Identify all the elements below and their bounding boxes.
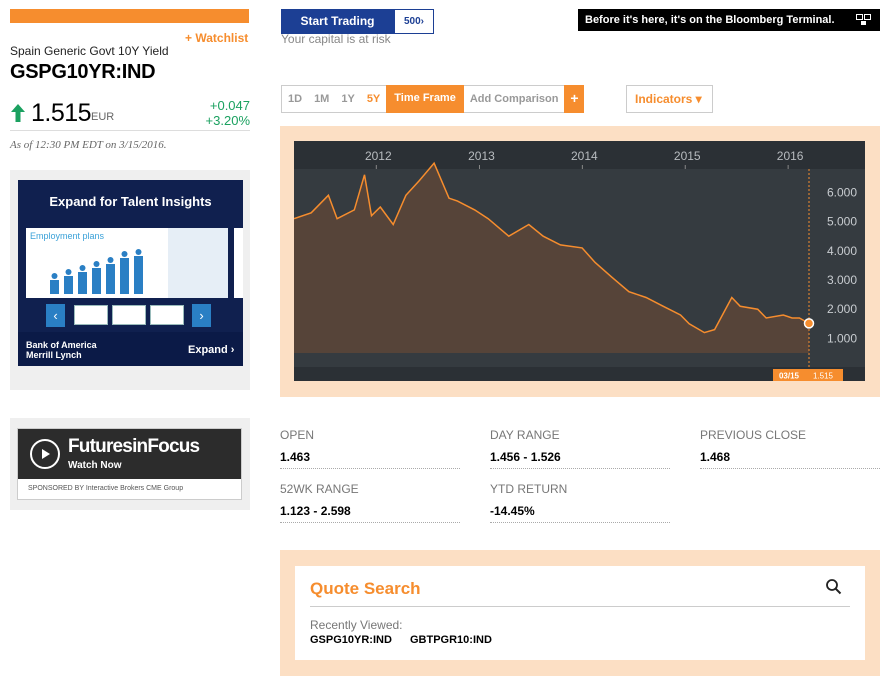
price-row: 1.515 EUR +0.047 +3.20%	[10, 98, 250, 133]
price-currency: EUR	[91, 111, 115, 123]
search-underline	[310, 606, 850, 607]
s500-logo[interactable]: 500›	[394, 9, 434, 34]
recent-link[interactable]: GSPG10YR:IND	[310, 634, 392, 646]
banner-text: Before it's here, it's on the Bloomberg …	[585, 14, 835, 26]
ad-carousel-nav: ‹ ›	[46, 304, 211, 327]
last-price: 1.515	[31, 99, 92, 127]
ad-watch-now[interactable]: Watch Now	[68, 460, 122, 471]
timeframe-1d[interactable]: 1D	[282, 86, 308, 112]
recent-link[interactable]: GBTPGR10:IND	[410, 634, 492, 646]
x-tick-label: 2014	[571, 149, 598, 163]
search-icon[interactable]	[825, 578, 843, 596]
x-tick-label: 2015	[674, 149, 701, 163]
play-icon[interactable]	[30, 439, 60, 469]
security-name: Spain Generic Govt 10Y Yield	[10, 44, 169, 58]
ad-panel-heading: Employment plans	[30, 231, 105, 241]
y-tick-label: 4.000	[827, 244, 857, 258]
price-change: +0.047	[209, 98, 250, 113]
stat-label: DAY RANGE	[490, 428, 560, 442]
stat-label: PREVIOUS CLOSE	[700, 428, 807, 442]
y-tick-label: 3.000	[827, 273, 857, 287]
last-value-label: 1.515	[813, 372, 834, 381]
ad-sponsors: SPONSORED BY Interactive Brokers CME Gro…	[28, 485, 184, 492]
last-date-label: 03/15	[779, 372, 800, 381]
price-change-percent: +3.20%	[205, 113, 250, 128]
add-comparison-input[interactable]: Add Comparison	[464, 86, 565, 112]
ad-talent-footer: Bank of America Merrill Lynch Expand ›	[18, 332, 243, 366]
stat-value: 1.468	[700, 450, 880, 469]
stat-value: -14.45%	[490, 504, 670, 523]
start-trading-button[interactable]: Start Trading	[281, 9, 394, 34]
stat-day-range: DAY RANGE 1.456 - 1.526	[490, 428, 670, 469]
indicators-dropdown[interactable]: Indicators ▾	[626, 85, 713, 113]
ticker-symbol: GSPG10YR:IND	[10, 61, 156, 83]
timeframe-1y[interactable]: 1Y	[335, 86, 360, 112]
x-tick-label: 2016	[777, 149, 804, 163]
capital-risk-note: Your capital is at risk	[281, 32, 391, 46]
ad-talent-insights: Expand for Talent Insights Employment pl…	[10, 170, 250, 390]
x-tick-label: 2013	[468, 149, 495, 163]
divider	[10, 130, 250, 131]
people-chart-icon	[50, 249, 143, 294]
ad-expand-button[interactable]: Expand ›	[188, 344, 234, 356]
bofa-logo: Bank of America Merrill Lynch	[26, 340, 97, 360]
carousel-thumb[interactable]	[112, 305, 146, 325]
stat-value: 1.456 - 1.526	[490, 450, 670, 469]
carousel-next-icon[interactable]: ›	[192, 304, 211, 327]
price-chart: 2012 2013 2014 2015 2016 6.000 5.000 4.000 3.000…	[280, 126, 880, 397]
as-of-timestamp: As of 12:30 PM EDT on 3/15/2016.	[10, 139, 167, 151]
carousel-thumb[interactable]	[74, 305, 108, 325]
ad-talent-title: Expand for Talent Insights	[49, 194, 212, 209]
stat-ytd-return: YTD RETURN -14.45%	[490, 482, 670, 523]
stat-open: OPEN 1.463	[280, 428, 460, 469]
header-accent-bar	[10, 9, 249, 23]
stat-label: 52WK RANGE	[280, 482, 359, 496]
stat-previous-close: PREVIOUS CLOSE 1.468	[700, 428, 880, 469]
quote-search-box: Quote Search Recently Viewed: GSPG10YR:I…	[295, 566, 865, 660]
ad-futures-banner[interactable]: FuturesinFocus Watch Now SPONSORED BY In…	[17, 428, 242, 500]
ad-talent-banner[interactable]: Expand for Talent Insights Employment pl…	[18, 180, 243, 366]
stat-label: OPEN	[280, 428, 315, 442]
recently-viewed-label: Recently Viewed:	[310, 618, 403, 632]
stat-value: 1.123 - 2.598	[280, 504, 460, 523]
stat-52wk-range: 52WK RANGE 1.123 - 2.598	[280, 482, 460, 523]
ad-panel-edge	[234, 228, 243, 298]
x-tick-label: 2012	[365, 149, 392, 163]
bloomberg-terminal-banner[interactable]: Before it's here, it's on the Bloomberg …	[578, 9, 880, 31]
carousel-prev-icon[interactable]: ‹	[46, 304, 65, 327]
quote-search-panel: Quote Search Recently Viewed: GSPG10YR:I…	[280, 550, 880, 676]
y-tick-label: 1.000	[827, 331, 857, 345]
ad-futures-header: FuturesinFocus Watch Now	[18, 429, 241, 479]
time-frame-button[interactable]: Time Frame	[386, 85, 464, 113]
add-to-watchlist-link[interactable]: + Watchlist	[185, 31, 248, 45]
add-comparison-button[interactable]: +	[564, 85, 585, 113]
carousel-thumb[interactable]	[150, 305, 184, 325]
y-tick-label: 6.000	[827, 185, 857, 199]
terminal-icon	[856, 14, 871, 25]
ad-talent-panel: Employment plans	[26, 228, 228, 298]
quote-search-title: Quote Search	[310, 579, 421, 598]
timeframe-1m[interactable]: 1M	[308, 86, 335, 112]
last-point-marker	[803, 318, 815, 329]
ad-futures-title: FuturesinFocus	[68, 436, 200, 457]
stat-label: YTD RETURN	[490, 482, 568, 496]
stat-value: 1.463	[280, 450, 460, 469]
y-tick-label: 5.000	[827, 215, 857, 229]
ad-panel-sidebar	[168, 228, 228, 298]
y-tick-label: 2.000	[827, 302, 857, 316]
ad-futures: FuturesinFocus Watch Now SPONSORED BY In…	[10, 418, 250, 510]
timeframe-selector: 1D 1M 1Y 5Y Time Frame Add Comparison +	[281, 85, 585, 113]
chart-canvas[interactable]: 2012 2013 2014 2015 2016 6.000 5.000 4.000 3.000…	[294, 141, 865, 381]
up-arrow-icon	[11, 104, 25, 122]
timeframe-5y[interactable]: 5Y	[361, 86, 386, 112]
